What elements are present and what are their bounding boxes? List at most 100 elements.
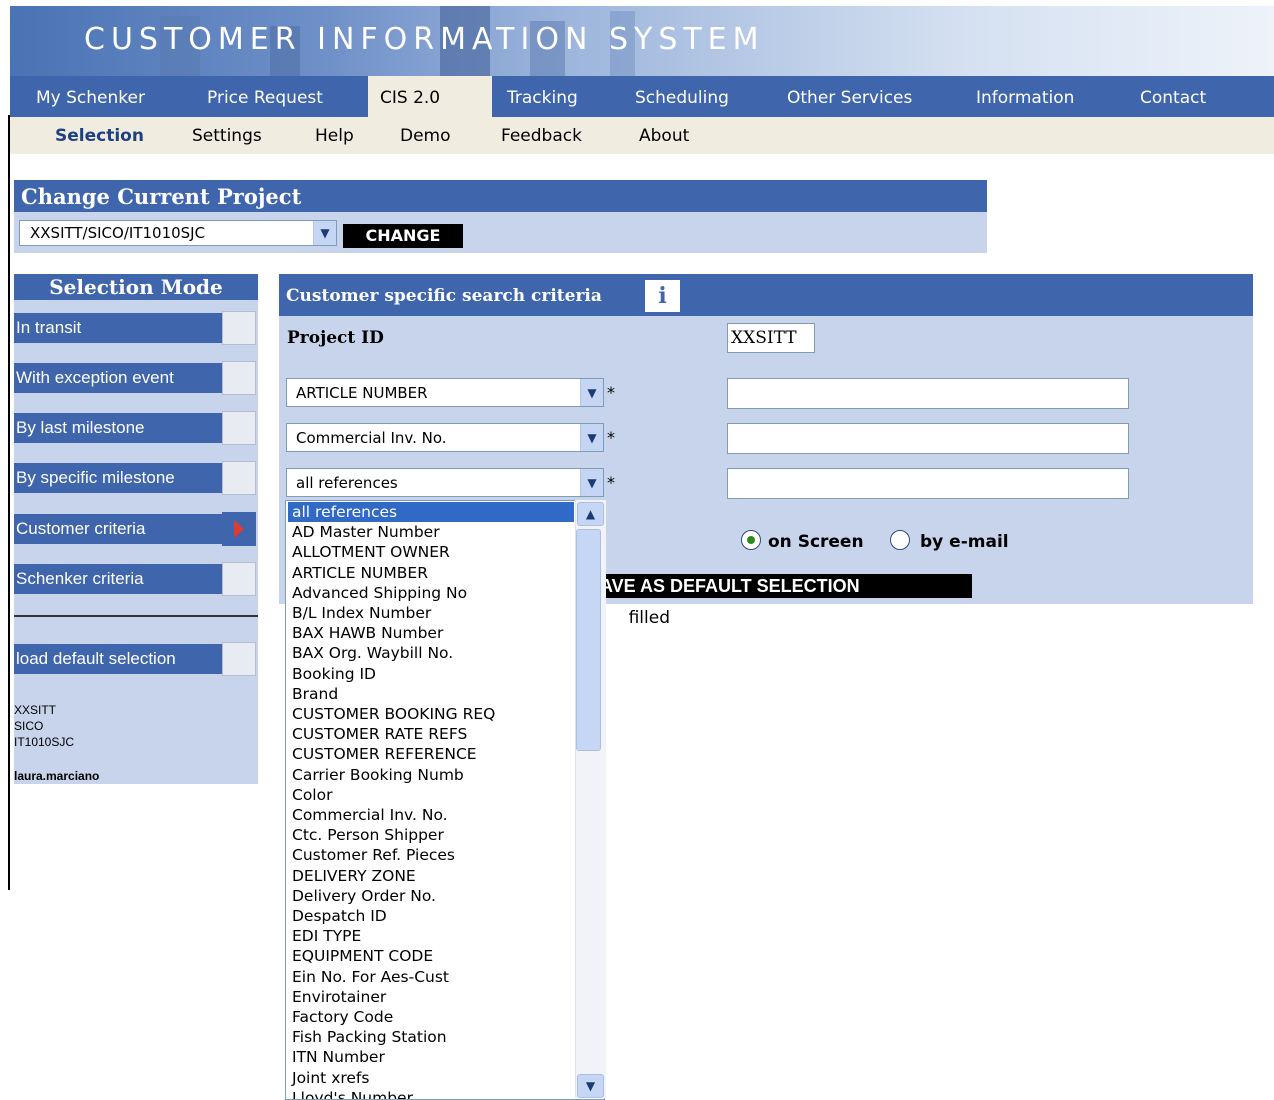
subnav-selection[interactable]: Selection [55,117,144,154]
nav-tracking[interactable]: Tracking [497,76,588,117]
required-marker: * [607,428,615,447]
dropdown-option[interactable]: Delivery Order No. [292,886,436,906]
info-line: SICO [14,719,44,733]
scroll-thumb[interactable] [576,529,601,751]
project-select[interactable]: XXSITT/SICO/IT1010SJC ▼ [19,220,337,246]
subnav-about[interactable]: About [639,117,689,154]
dropdown-option[interactable]: Brand [292,684,338,704]
dropdown-option[interactable]: Despatch ID [292,906,387,926]
dropdown-option[interactable]: ALLOTMENT OWNER [292,542,450,562]
main-nav: My Schenker Price Request CIS 2.0 Tracki… [10,76,1274,117]
nav-contact[interactable]: Contact [1130,76,1216,117]
nav-information[interactable]: Information [966,76,1084,117]
search-criteria-title: Customer specific search criteria [279,274,1253,316]
dropdown-option[interactable]: Carrier Booking Numb [292,765,464,785]
required-marker: * [607,473,615,492]
criteria-select-2-value: Commercial Inv. No. [296,429,447,447]
dropdown-option[interactable]: BAX HAWB Number [292,623,443,643]
chevron-down-icon[interactable]: ▼ [580,469,603,496]
subnav-feedback[interactable]: Feedback [501,117,582,154]
scroll-up-icon[interactable]: ▲ [577,502,604,526]
criteria-input-1[interactable] [727,378,1129,409]
info-line: IT1010SJC [14,735,75,749]
radio-by-email[interactable] [890,530,910,550]
radio-on-screen[interactable] [741,530,761,550]
dropdown-option[interactable]: CUSTOMER RATE REFS [292,724,467,744]
subnav-settings[interactable]: Settings [192,117,262,154]
criteria-select-3[interactable]: all references ▼ [286,468,604,497]
mode-customer-criteria[interactable]: Customer criteria [14,514,222,544]
project-id-field[interactable]: XXSITT [727,323,815,353]
change-project-panel: XXSITT/SICO/IT1010SJC ▼ CHANGE [14,212,987,253]
dropdown-option[interactable]: Envirotainer [292,987,386,1007]
dropdown-option[interactable]: ITN Number [292,1047,385,1067]
info-icon[interactable]: i [645,280,680,312]
app-title: CUSTOMER INFORMATION SYSTEM [84,22,765,57]
criteria-input-2[interactable] [727,423,1129,454]
dropdown-option[interactable]: Color [292,785,332,805]
required-note: filled [628,608,670,628]
nav-cis-2[interactable]: CIS 2.0 [368,76,492,117]
dropdown-option[interactable]: Customer Ref. Pieces [292,845,455,865]
criteria-select-3-value: all references [296,474,398,492]
mode-in-transit-box[interactable] [222,311,256,345]
mode-exception-event[interactable]: With exception event [14,363,222,393]
project-id-label: Project ID [287,328,384,348]
load-default-selection[interactable]: load default selection [14,644,222,674]
dropdown-option[interactable]: Lloyd's Number [292,1088,413,1099]
mode-specific-milestone-box[interactable] [222,461,256,495]
subnav-help[interactable]: Help [315,117,354,154]
nav-other-services[interactable]: Other Services [777,76,922,117]
dropdown-option[interactable]: CUSTOMER BOOKING REQ [292,704,495,724]
load-default-box[interactable] [222,642,256,676]
chevron-down-icon[interactable]: ▼ [580,379,603,406]
change-project-title: Change Current Project [14,180,987,212]
header-banner: CUSTOMER INFORMATION SYSTEM [10,6,1274,76]
chevron-down-icon[interactable]: ▼ [313,221,336,245]
red-triangle-icon [234,520,244,538]
dropdown-option[interactable]: Commercial Inv. No. [292,805,448,825]
dropdown-option[interactable]: DELIVERY ZONE [292,866,416,886]
save-default-button[interactable]: AVE AS DEFAULT SELECTION [600,574,972,598]
dropdown-option[interactable]: all references [288,502,574,522]
user-name: laura.marciano [14,769,100,783]
criteria-input-3[interactable] [727,468,1129,499]
change-button[interactable]: CHANGE [343,224,463,248]
dropdown-option[interactable]: Fish Packing Station [292,1027,447,1047]
info-line: XXSITT [14,703,57,717]
scroll-down-icon[interactable]: ▼ [577,1074,604,1098]
dropdown-option[interactable]: Factory Code [292,1007,393,1027]
dropdown-option[interactable]: Booking ID [292,664,376,684]
nav-price-request[interactable]: Price Request [197,76,333,117]
chevron-down-icon[interactable]: ▼ [580,424,603,451]
dropdown-option[interactable]: Ctc. Person Shipper [292,825,444,845]
dropdown-option[interactable]: AD Master Number [292,522,440,542]
radio-by-email-label: by e-mail [920,532,1009,552]
mode-customer-criteria-box[interactable] [222,512,256,546]
nav-scheduling[interactable]: Scheduling [625,76,739,117]
mode-specific-milestone[interactable]: By specific milestone [14,463,222,493]
dropdown-option[interactable]: Advanced Shipping No [292,583,467,603]
divider [14,615,258,617]
subnav-demo[interactable]: Demo [400,117,451,154]
dropdown-option[interactable]: EDI TYPE [292,926,361,946]
mode-in-transit[interactable]: In transit [14,313,222,343]
dropdown-option[interactable]: Ein No. For Aes-Cust [292,967,449,987]
mode-schenker-criteria-box[interactable] [222,562,256,596]
mode-schenker-criteria[interactable]: Schenker criteria [14,564,222,594]
dropdown-option[interactable]: ARTICLE NUMBER [292,563,428,583]
radio-on-screen-label: on Screen [768,532,864,552]
mode-last-milestone[interactable]: By last milestone [14,413,222,443]
criteria-select-2[interactable]: Commercial Inv. No. ▼ [286,423,604,452]
criteria-select-1[interactable]: ARTICLE NUMBER ▼ [286,378,604,407]
dropdown-option[interactable]: BAX Org. Waybill No. [292,643,453,663]
dropdown-option[interactable]: EQUIPMENT CODE [292,946,433,966]
dropdown-option[interactable]: CUSTOMER REFERENCE [292,744,477,764]
required-marker: * [607,383,615,402]
mode-last-milestone-box[interactable] [222,411,256,445]
nav-my-schenker[interactable]: My Schenker [26,76,155,117]
dropdown-option[interactable]: B/L Index Number [292,603,431,623]
criteria-dropdown-list[interactable]: all references AD Master Number ALLOTMENT … [285,500,605,1100]
dropdown-option[interactable]: Joint xrefs [292,1068,369,1088]
mode-exception-event-box[interactable] [222,361,256,395]
